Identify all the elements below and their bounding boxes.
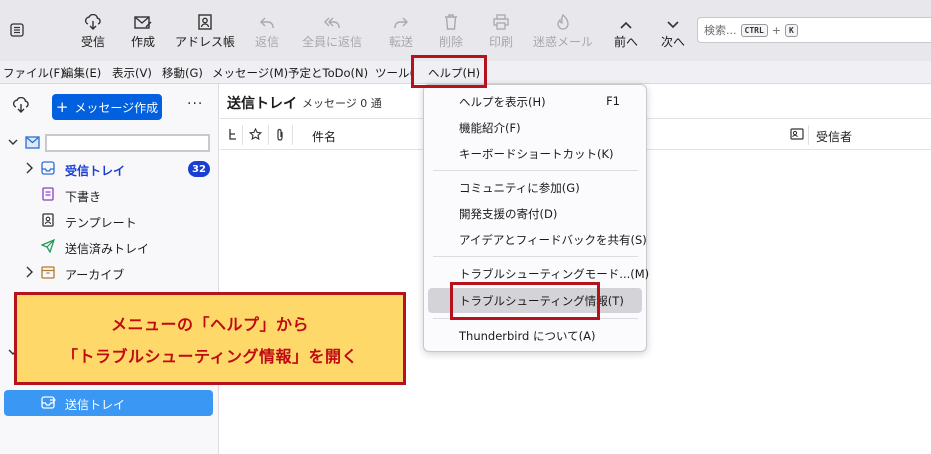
shortcut-label: F1 [606, 94, 620, 108]
account-mail-icon [25, 136, 40, 152]
folder-label: 下書き [65, 190, 102, 204]
folder-archive[interactable]: アーカイブ [0, 261, 219, 285]
chevron-up-icon [619, 8, 633, 30]
menu-item-about[interactable]: Thunderbird について(A) [428, 323, 642, 348]
menu-view[interactable]: 表示(V) [112, 65, 152, 81]
menu-item-share-ideas[interactable]: アイデアとフィードバックを共有(S) [428, 227, 647, 252]
ctrl-key: CTRL [740, 23, 768, 37]
folder-label: アーカイブ [65, 268, 125, 282]
folder-drafts[interactable]: 下書き [0, 183, 219, 207]
menu-go[interactable]: 移動(G) [162, 65, 203, 81]
more-options-button[interactable]: ··· [187, 96, 203, 112]
menu-item-feature-tour[interactable]: 機能紹介(F) [428, 115, 642, 140]
folder-sent[interactable]: 送信済みトレイ [0, 235, 219, 259]
column-divider [268, 125, 269, 145]
menu-item-keyboard-shortcuts[interactable]: キーボードショートカット(K) [428, 141, 642, 166]
folder-templates[interactable]: テンプレート [0, 209, 219, 233]
menu-events-tasks[interactable]: 予定とToDo(N) [288, 65, 368, 81]
search-input[interactable]: 検索... CTRL + K [697, 17, 931, 43]
attachment-icon[interactable] [275, 128, 285, 145]
forward-icon [393, 8, 409, 30]
folder-outbox-selected[interactable]: 送信トレイ [4, 390, 213, 416]
previous-button[interactable]: 前へ [611, 8, 641, 54]
inbox-icon [41, 161, 55, 175]
print-button[interactable]: 印刷 [486, 8, 516, 54]
reply-all-button[interactable]: 全員に返信 [302, 8, 362, 54]
column-divider [292, 125, 293, 145]
write-button[interactable]: 作成 [128, 8, 158, 54]
chevron-right-icon[interactable] [24, 265, 34, 282]
troubleshooting-info-highlight [450, 282, 600, 320]
get-messages-icon[interactable] [12, 96, 30, 116]
menu-separator [433, 170, 638, 171]
callout-line-1: メニューの「ヘルプ」から [110, 314, 309, 334]
folder-label: 受信トレイ [65, 164, 126, 178]
sent-icon [40, 238, 56, 254]
next-button[interactable]: 次へ [658, 8, 688, 54]
folder-pane: + メッセージ作成 ··· 受信トレイ 32 下書き テンプレート 送信済みトレ… [0, 84, 219, 454]
write-icon [134, 8, 152, 30]
junk-icon [556, 8, 570, 30]
address-book-icon [197, 8, 213, 30]
help-menu-highlight [411, 55, 487, 88]
star-icon[interactable] [248, 127, 263, 144]
account-name [45, 134, 210, 152]
menu-tools[interactable]: ツール(T) [375, 65, 414, 81]
unread-count-badge: 32 [188, 161, 210, 177]
folder-title: 送信トレイ [227, 96, 297, 112]
reply-icon [259, 8, 275, 30]
archive-icon [41, 265, 55, 279]
get-messages-button[interactable]: 受信 [78, 8, 108, 54]
folder-label: 送信済みトレイ [65, 242, 150, 256]
chevron-down-icon[interactable] [8, 136, 18, 150]
reply-button[interactable]: 返信 [252, 8, 282, 54]
menu-edit[interactable]: 編集(E) [62, 65, 101, 81]
junk-button[interactable]: 迷惑メール [533, 8, 593, 54]
plus-sign: + [771, 23, 781, 37]
main-toolbar: 受信 作成 アドレス帳 返信 全員に返信 転送 削除 印刷 迷惑メール 前へ 次… [0, 0, 931, 61]
message-count: メッセージ 0 通 [302, 97, 382, 110]
column-subject[interactable]: 件名 [312, 128, 336, 145]
callout-line-2: 「トラブルシューティング情報」を開く [61, 346, 359, 366]
contact-icon[interactable] [790, 128, 804, 143]
forward-button[interactable]: 転送 [386, 8, 416, 54]
folder-inbox[interactable]: 受信トレイ 32 [0, 157, 219, 181]
k-key: K [784, 23, 798, 37]
search-placeholder: 検索... [704, 24, 737, 37]
instruction-callout: メニューの「ヘルプ」から 「トラブルシューティング情報」を開く [14, 292, 406, 385]
plus-icon: + [55, 98, 69, 116]
drafts-icon [41, 187, 55, 201]
menu-item-get-involved[interactable]: コミュニティに参加(G) [428, 175, 642, 200]
get-messages-icon [84, 8, 102, 30]
trash-icon [444, 8, 458, 30]
folder-label: テンプレート [65, 216, 137, 230]
delete-button[interactable]: 削除 [436, 8, 466, 54]
folder-label: 送信トレイ [65, 398, 126, 412]
thread-icon[interactable] [228, 128, 238, 145]
column-divider [808, 125, 809, 145]
print-icon [493, 8, 509, 30]
address-book-button[interactable]: アドレス帳 [175, 8, 235, 54]
column-divider [242, 125, 243, 145]
outbox-icon [41, 396, 56, 413]
menu-message[interactable]: メッセージ(M) [212, 65, 288, 81]
template-icon [41, 213, 55, 227]
new-message-button[interactable]: + メッセージ作成 [52, 94, 162, 120]
menu-item-donate[interactable]: 開発支援の寄付(D) [428, 201, 642, 226]
chevron-right-icon[interactable] [24, 161, 34, 178]
chevron-down-icon [666, 8, 680, 30]
app-menu-icon[interactable] [6, 20, 28, 40]
account-row[interactable] [0, 132, 219, 154]
column-recipient[interactable]: 受信者 [816, 128, 852, 145]
menu-file[interactable]: ファイル(F) [3, 65, 65, 81]
menu-item-show-help[interactable]: ヘルプを表示(H) F1 [428, 89, 642, 114]
menu-separator [433, 256, 638, 257]
reply-all-icon [323, 8, 341, 30]
